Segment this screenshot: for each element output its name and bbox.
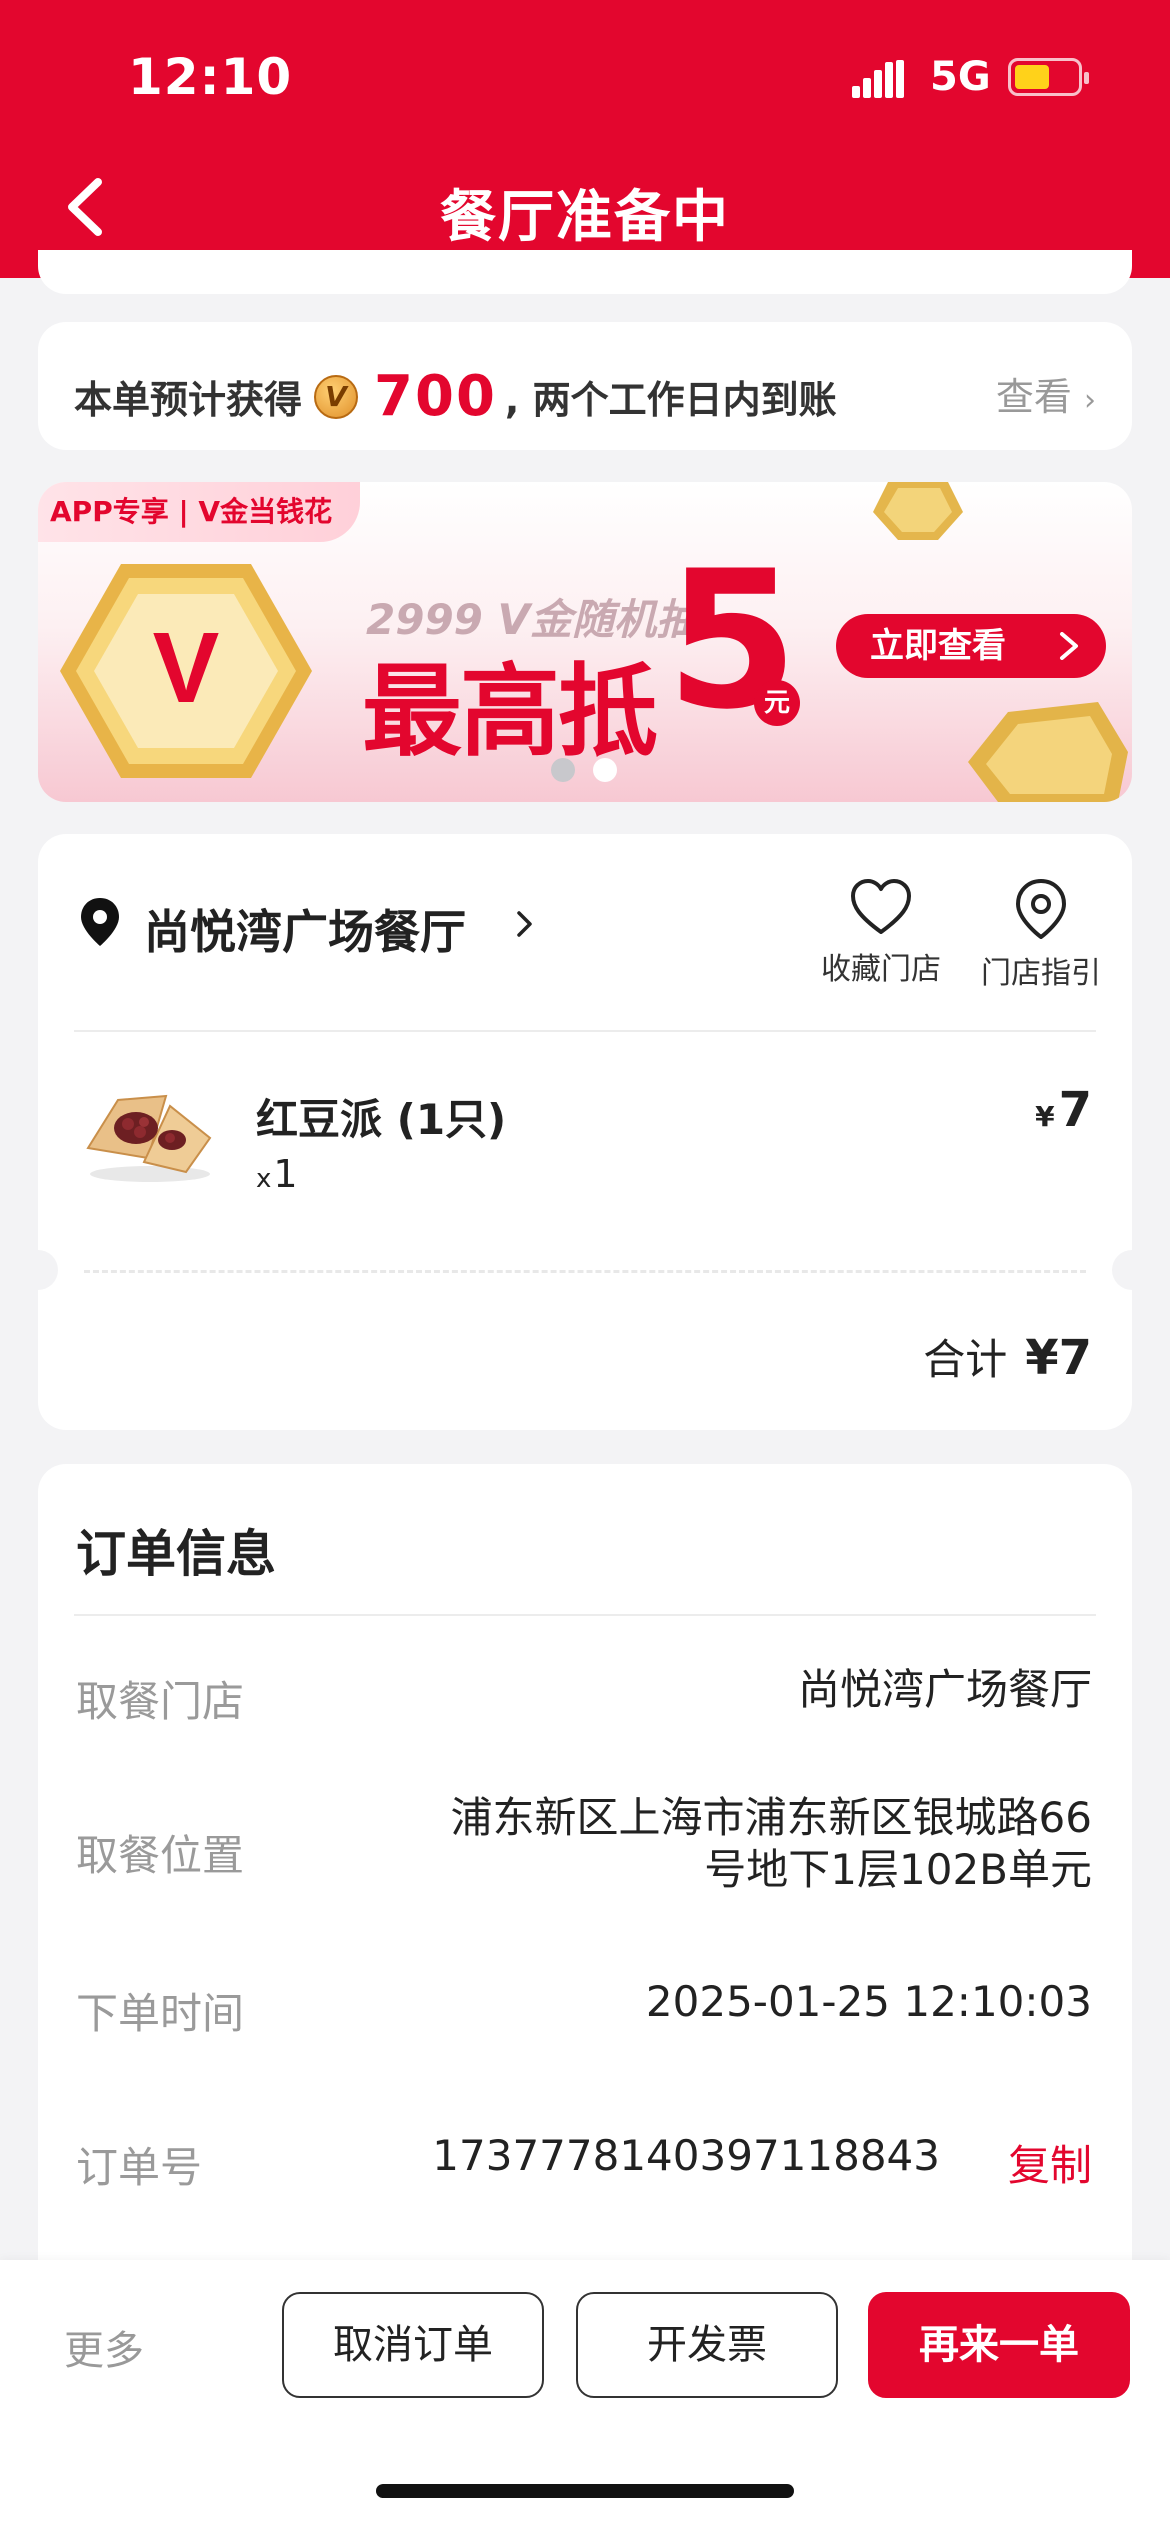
page-title: 餐厅准备中 [440,185,730,250]
order-time-label: 下单时间 [76,1989,245,2038]
points-view-link[interactable]: 查看 › [996,366,1096,421]
store-guide-label: 门店指引 [981,956,1101,991]
coin-decoration-icon [968,702,1128,802]
favorite-store-button[interactable]: 收藏门店 [806,878,956,988]
battery-icon [1008,58,1089,96]
badge-letter: V [153,612,220,724]
coin-decoration-icon [873,482,963,540]
v-badge-icon: V [60,564,312,778]
pickup-store-label: 取餐门店 [76,1677,245,1726]
ticket-notch [1112,1250,1152,1290]
banner-unit: 元 [754,680,800,726]
points-value: 700 [374,364,497,429]
network-label: 5G [930,54,991,100]
carousel-dots [551,758,617,782]
copy-order-number-button[interactable]: 复制 [1008,2132,1092,2193]
order-detail-page: 12:10 5G 餐厅准备中 本单预计获得 V 700 , 两个工作日内到账 查… [0,0,1170,2532]
pickup-location-value: 浦东新区上海市浦东新区银城路66 号地下1层102B单元 [450,1793,1092,1894]
order-total: 合计 ¥7 [923,1326,1092,1387]
divider [74,1614,1096,1616]
order-time-value: 2025-01-25 12:10:03 [645,1977,1092,2026]
promo-banner[interactable]: APP专享 | V金当钱花 V 2999 V金随机抽 最高抵 5 元 立即查看 [38,482,1132,802]
order-number-value: 1737778140397118843 [432,2131,940,2180]
status-time: 12:10 [128,48,293,106]
dashed-divider [84,1270,1086,1273]
divider [74,1030,1096,1032]
carousel-dot[interactable] [551,758,575,782]
home-indicator [376,2484,794,2498]
pickup-store-value: 尚悦湾广场餐厅 [797,1665,1092,1714]
total-value: ¥7 [1025,1330,1092,1386]
points-view-label: 查看 [995,375,1072,419]
store-card: 尚悦湾广场餐厅 收藏门店 门店指引 红豆派 (1只) x1 ¥7 合计 ¥7 [18,834,1152,1430]
store-guide-button[interactable]: 门店指引 [966,878,1116,992]
more-button[interactable]: 更多 [64,2318,144,2376]
points-card[interactable]: 本单预计获得 V 700 , 两个工作日内到账 查看 › [38,322,1132,450]
invoice-button[interactable]: 开发票 [576,2292,838,2398]
total-label: 合计 [923,1335,1008,1384]
chevron-right-icon: › [1084,383,1096,418]
cancel-order-button[interactable]: 取消订单 [282,2292,544,2398]
points-text: 本单预计获得 V 700 , 两个工作日内到账 [74,364,837,429]
chevron-right-icon [517,911,532,937]
order-info-title: 订单信息 [76,1525,276,1583]
signal-icon [852,60,904,98]
pickup-location-label: 取餐位置 [76,1831,245,1880]
location-pin-icon [81,898,119,946]
item-name: 红豆派 (1只) [256,1095,507,1144]
v-coin-icon: V [314,374,359,419]
banner-cta-button[interactable]: 立即查看 [836,614,1106,678]
header: 12:10 5G 餐厅准备中 [0,0,1170,278]
points-prefix: 本单预计获得 [74,378,303,422]
item-quantity: x1 [256,1152,298,1196]
carousel-dot-active[interactable] [593,758,617,782]
item-price: ¥7 [1035,1082,1092,1138]
points-suffix: , 两个工作日内到账 [504,378,837,422]
favorite-store-label: 收藏门店 [821,952,941,987]
reorder-button[interactable]: 再来一单 [868,2292,1130,2398]
heart-icon [851,879,911,934]
chevron-right-icon [1060,632,1078,660]
banner-headline: 最高抵 [362,653,658,770]
banner-tag: APP专享 | V金当钱花 [38,482,361,542]
store-name-link[interactable]: 尚悦湾广场餐厅 [144,896,466,962]
previous-card-edge [38,250,1132,294]
location-pin-icon [1016,879,1066,939]
red-bean-pie-image [86,1094,212,1182]
ticket-notch [18,1250,58,1290]
banner-cta-label: 立即查看 [870,626,1006,666]
order-number-label: 订单号 [76,2143,203,2192]
